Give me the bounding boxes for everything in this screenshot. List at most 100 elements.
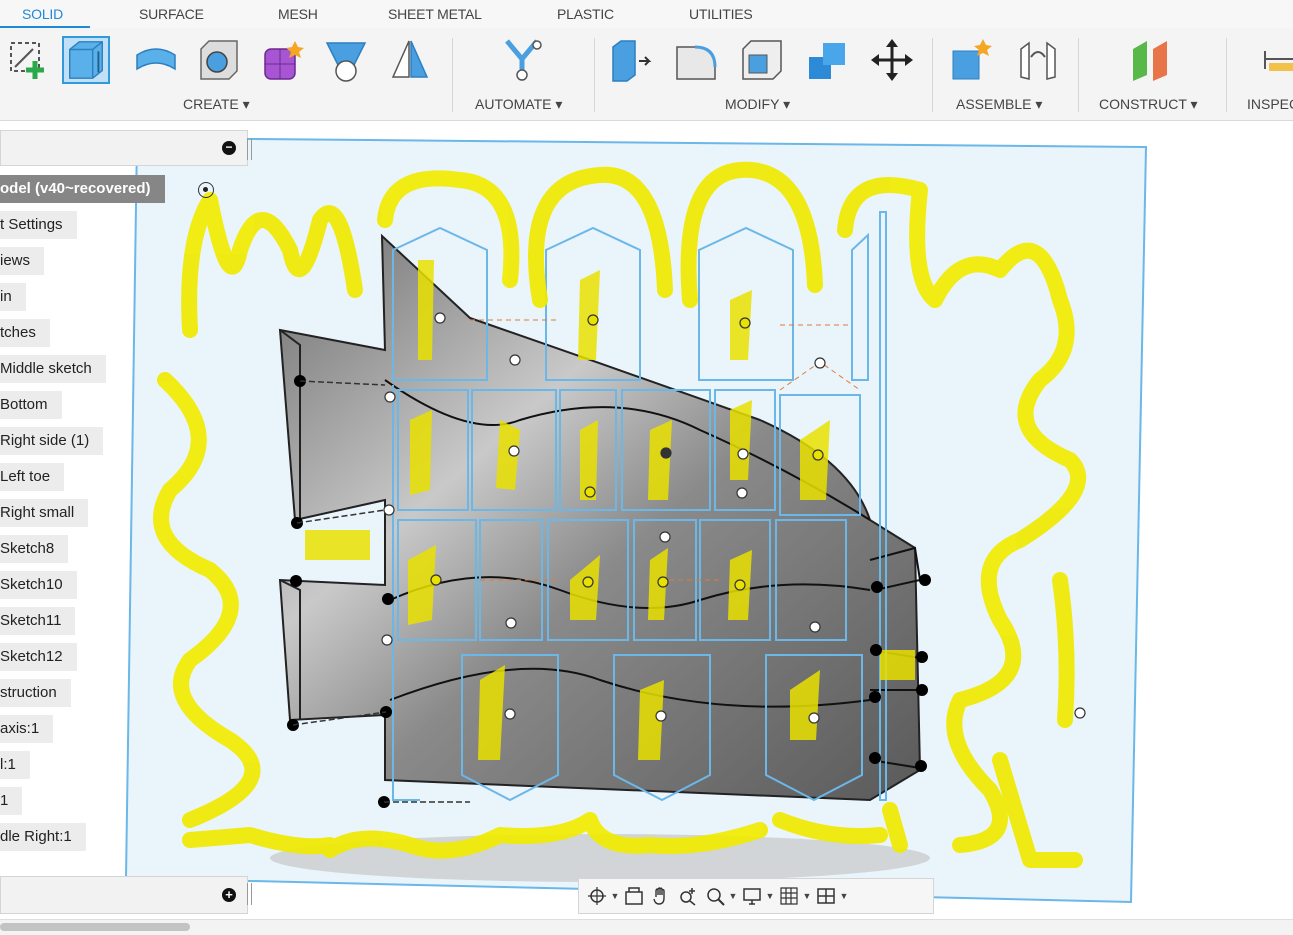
viewports-icon xyxy=(816,888,835,904)
tree-root-model[interactable]: odel (v40~recovered) xyxy=(0,175,165,203)
tab-surface[interactable]: SURFACE xyxy=(139,6,204,22)
tab-utilities[interactable]: UTILITIES xyxy=(689,6,753,22)
automate-icon xyxy=(505,39,542,81)
joint-icon xyxy=(1020,41,1056,80)
tree-item-sketches[interactable]: tches xyxy=(0,319,50,347)
separator xyxy=(452,38,453,112)
browser-panel: − odel (v40~recovered) t Settings iews i… xyxy=(0,130,252,870)
chevron-down-icon[interactable]: ▼ xyxy=(610,891,620,901)
tree-item-body-1[interactable]: l:1 xyxy=(0,751,30,779)
measure-icon xyxy=(1264,51,1293,71)
create-sketch-icon xyxy=(10,42,44,79)
highlight-fills xyxy=(305,260,915,760)
model-shadow xyxy=(270,834,930,882)
loft-button[interactable] xyxy=(322,36,370,84)
tree-item-left-toe[interactable]: Left toe xyxy=(0,463,65,491)
tree-item-named-views[interactable]: iews xyxy=(0,247,45,275)
chevron-down-icon[interactable]: ▼ xyxy=(728,891,738,901)
orbit-icon xyxy=(587,887,606,905)
chevron-down-icon[interactable]: ▼ xyxy=(765,891,775,901)
tree-item-doc-settings[interactable]: t Settings xyxy=(0,211,77,239)
mirror-icon xyxy=(391,40,429,78)
display-settings-button[interactable] xyxy=(738,881,765,911)
look-at-button[interactable] xyxy=(620,881,647,911)
extrude-icon xyxy=(69,41,103,79)
automate-menu[interactable]: AUTOMATE ▾ xyxy=(475,96,562,113)
grid-icon xyxy=(779,887,798,905)
tree-item-sketch11[interactable]: Sketch11 xyxy=(0,607,76,635)
scrollbar-thumb[interactable] xyxy=(0,923,190,931)
ribbon-toolbar: CREATE ▾ AUTOMATE ▾ MODIFY ▾ ASSEMBLE ▾ … xyxy=(0,28,1293,121)
shell-icon xyxy=(742,40,782,80)
automate-button[interactable] xyxy=(498,36,546,84)
active-component-icon[interactable] xyxy=(198,182,214,198)
sketch-profile xyxy=(392,211,887,802)
fit-button[interactable] xyxy=(701,881,728,911)
inspect-menu[interactable]: INSPEC xyxy=(1247,96,1293,112)
separator xyxy=(1226,38,1227,112)
3d-body xyxy=(278,233,922,802)
move-button[interactable] xyxy=(868,36,916,84)
zoom-button[interactable] xyxy=(674,881,701,911)
measure-button[interactable] xyxy=(1260,36,1293,84)
mirror-button[interactable] xyxy=(386,36,434,84)
panel-grip-icon[interactable] xyxy=(247,138,252,160)
navigation-bar: ▼ ▼ ▼ ▼ ▼ xyxy=(578,878,934,914)
horizontal-scrollbar[interactable] xyxy=(0,919,1293,935)
tree-item-sketch10[interactable]: Sketch10 xyxy=(0,571,77,599)
modify-menu[interactable]: MODIFY ▾ xyxy=(725,96,790,113)
grid-button[interactable] xyxy=(775,881,802,911)
tree-item-middle-right[interactable]: dle Right:1 xyxy=(0,823,86,851)
highlighter-strokes xyxy=(153,161,1087,868)
new-component-icon xyxy=(952,39,992,80)
form-icon xyxy=(264,41,304,80)
panel-grip-icon[interactable] xyxy=(247,883,252,905)
display-settings-icon xyxy=(742,888,761,905)
tree-item-sketch12[interactable]: Sketch12 xyxy=(0,643,77,671)
pan-button[interactable] xyxy=(647,881,674,911)
tree-item-middle-sketch[interactable]: Middle sketch xyxy=(0,355,106,383)
tree-item-right-small[interactable]: Right small xyxy=(0,499,89,527)
tree-item-construction[interactable]: struction xyxy=(0,679,71,707)
tree-item-right-side[interactable]: Right side (1) xyxy=(0,427,104,455)
sketch-plane xyxy=(124,136,1148,904)
tab-sheet-metal[interactable]: SHEET METAL xyxy=(388,6,482,22)
orbit-button[interactable] xyxy=(583,881,610,911)
revolve-icon xyxy=(136,48,176,71)
create-sketch-button[interactable] xyxy=(4,36,52,84)
construct-menu[interactable]: CONSTRUCT ▾ xyxy=(1099,96,1198,113)
joint-button[interactable] xyxy=(1014,36,1062,84)
tree-item-axis[interactable]: axis:1 xyxy=(0,715,54,743)
form-button[interactable] xyxy=(258,36,306,84)
shell-button[interactable] xyxy=(738,36,786,84)
assemble-menu[interactable]: ASSEMBLE ▾ xyxy=(956,96,1042,113)
tab-plastic[interactable]: PLASTIC xyxy=(557,6,614,22)
viewports-button[interactable] xyxy=(812,881,839,911)
hole-icon xyxy=(200,40,238,80)
tab-mesh[interactable]: MESH xyxy=(278,6,318,22)
offset-plane-button[interactable] xyxy=(1126,36,1174,84)
tree-item-origin[interactable]: in xyxy=(0,283,26,311)
separator xyxy=(1078,38,1079,112)
browser-header: − xyxy=(0,130,248,166)
zoom-icon xyxy=(679,888,695,906)
combine-button[interactable] xyxy=(804,36,852,84)
tab-solid[interactable]: SOLID xyxy=(22,6,63,22)
tree-item-sketch8[interactable]: Sketch8 xyxy=(0,535,69,563)
move-icon xyxy=(871,39,913,81)
expand-comments-button[interactable]: + xyxy=(222,888,236,902)
chevron-down-icon[interactable]: ▼ xyxy=(839,891,849,901)
fillet-button[interactable] xyxy=(672,36,720,84)
new-component-button[interactable] xyxy=(948,36,996,84)
hole-button[interactable] xyxy=(194,36,242,84)
separator xyxy=(594,38,595,112)
revolve-button[interactable] xyxy=(132,36,180,84)
press-pull-button[interactable] xyxy=(606,36,654,84)
extrude-button[interactable] xyxy=(62,36,110,84)
tree-item-bottom[interactable]: Bottom xyxy=(0,391,62,419)
pan-icon xyxy=(652,887,665,905)
collapse-browser-button[interactable]: − xyxy=(222,141,236,155)
create-menu[interactable]: CREATE ▾ xyxy=(183,96,250,113)
chevron-down-icon[interactable]: ▼ xyxy=(802,891,812,901)
tree-item-body-2[interactable]: 1 xyxy=(0,787,23,815)
